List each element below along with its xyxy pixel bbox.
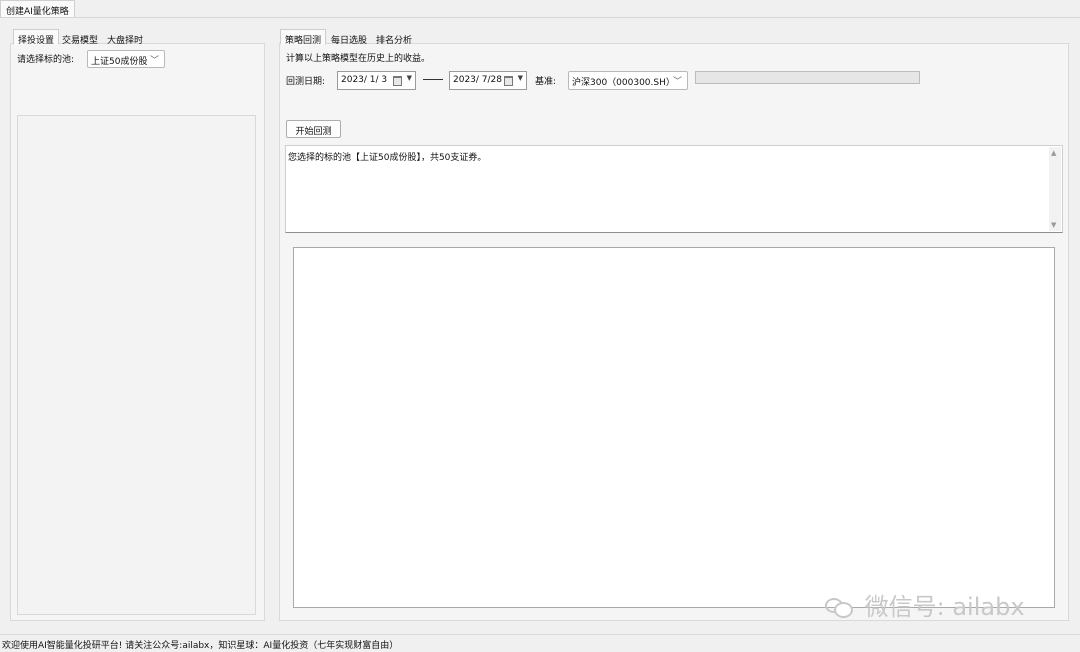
benchmark-select-value: 沪深300（000300.SH） (572, 78, 675, 88)
log-output[interactable]: 您选择的标的池【上证50成份股】，共50支证券。 ▲ ▼ (285, 145, 1063, 233)
status-bar: 欢迎使用AI智能量化投研平台! 请关注公众号:ailabx，知识星球：AI量化投… (0, 634, 1080, 652)
pool-select[interactable]: 上证50成份股 ﹀ (87, 50, 165, 68)
tab-ranking-analysis[interactable]: 排名分析 (371, 29, 417, 46)
tab-stock-selection-settings[interactable]: 择投设置 (13, 29, 60, 46)
calendar-icon (393, 76, 402, 86)
end-date-picker[interactable]: 2023/ 7/28 ▼ (449, 71, 527, 90)
end-date-value: 2023/ 7/28 (453, 75, 503, 85)
scroll-up-icon[interactable]: ▲ (1051, 149, 1056, 157)
tab-daily-picks[interactable]: 每日选股 (326, 29, 372, 46)
tab-label: 每日选股 (331, 36, 368, 46)
backtest-description: 计算以上策略模型在历史上的收益。 (286, 54, 431, 64)
pool-label: 请选择标的池: (17, 55, 75, 65)
date-range-dash (423, 79, 443, 80)
log-output-text: 您选择的标的池【上证50成份股】，共50支证券。 (288, 153, 487, 163)
tab-label: 择投设置 (18, 36, 55, 46)
benchmark-label: 基准: (535, 77, 557, 87)
tab-create-strategy-label: 创建AI量化策略 (6, 7, 69, 17)
tab-create-strategy[interactable]: 创建AI量化策略 (0, 0, 75, 17)
start-backtest-label: 开始回测 (295, 127, 332, 137)
pool-select-value: 上证50成份股 (91, 57, 148, 67)
tab-label: 交易模型 (62, 36, 99, 46)
calendar-icon (504, 76, 513, 86)
dropdown-arrow-icon: ▼ (406, 74, 412, 82)
wechat-watermark: 微信号: ailabx (825, 587, 1025, 622)
start-date-picker[interactable]: 2023/ 1/ 3 ▼ (337, 71, 416, 90)
status-text: 欢迎使用AI智能量化投研平台! 请关注公众号:ailabx，知识星球：AI量化投… (2, 641, 399, 651)
benchmark-select[interactable]: 沪深300（000300.SH） ﹀ (568, 71, 688, 90)
tab-trading-model[interactable]: 交易模型 (57, 29, 103, 46)
pool-list-box[interactable] (17, 115, 256, 615)
top-divider (0, 17, 1080, 18)
log-scrollbar[interactable]: ▲ ▼ (1049, 147, 1061, 231)
tab-label: 排名分析 (376, 36, 413, 46)
backtest-chart-area[interactable] (293, 247, 1055, 608)
tab-market-timing[interactable]: 大盘择时 (102, 29, 148, 46)
tab-label: 策略回测 (285, 36, 322, 46)
start-backtest-button[interactable]: 开始回测 (286, 120, 341, 138)
tab-label: 大盘择时 (107, 36, 144, 46)
backtest-date-label: 回测日期: (286, 77, 326, 87)
watermark-text: 微信号: ailabx (864, 593, 1025, 621)
scroll-down-icon[interactable]: ▼ (1051, 221, 1056, 229)
chevron-down-icon: ﹀ (149, 56, 159, 66)
wechat-icon (825, 596, 853, 618)
chevron-down-icon: ﹀ (672, 77, 682, 87)
tab-backtest[interactable]: 策略回测 (280, 29, 327, 46)
backtest-progress-bar (695, 71, 920, 84)
dropdown-arrow-icon: ▼ (517, 74, 523, 82)
start-date-value: 2023/ 1/ 3 (341, 75, 388, 85)
